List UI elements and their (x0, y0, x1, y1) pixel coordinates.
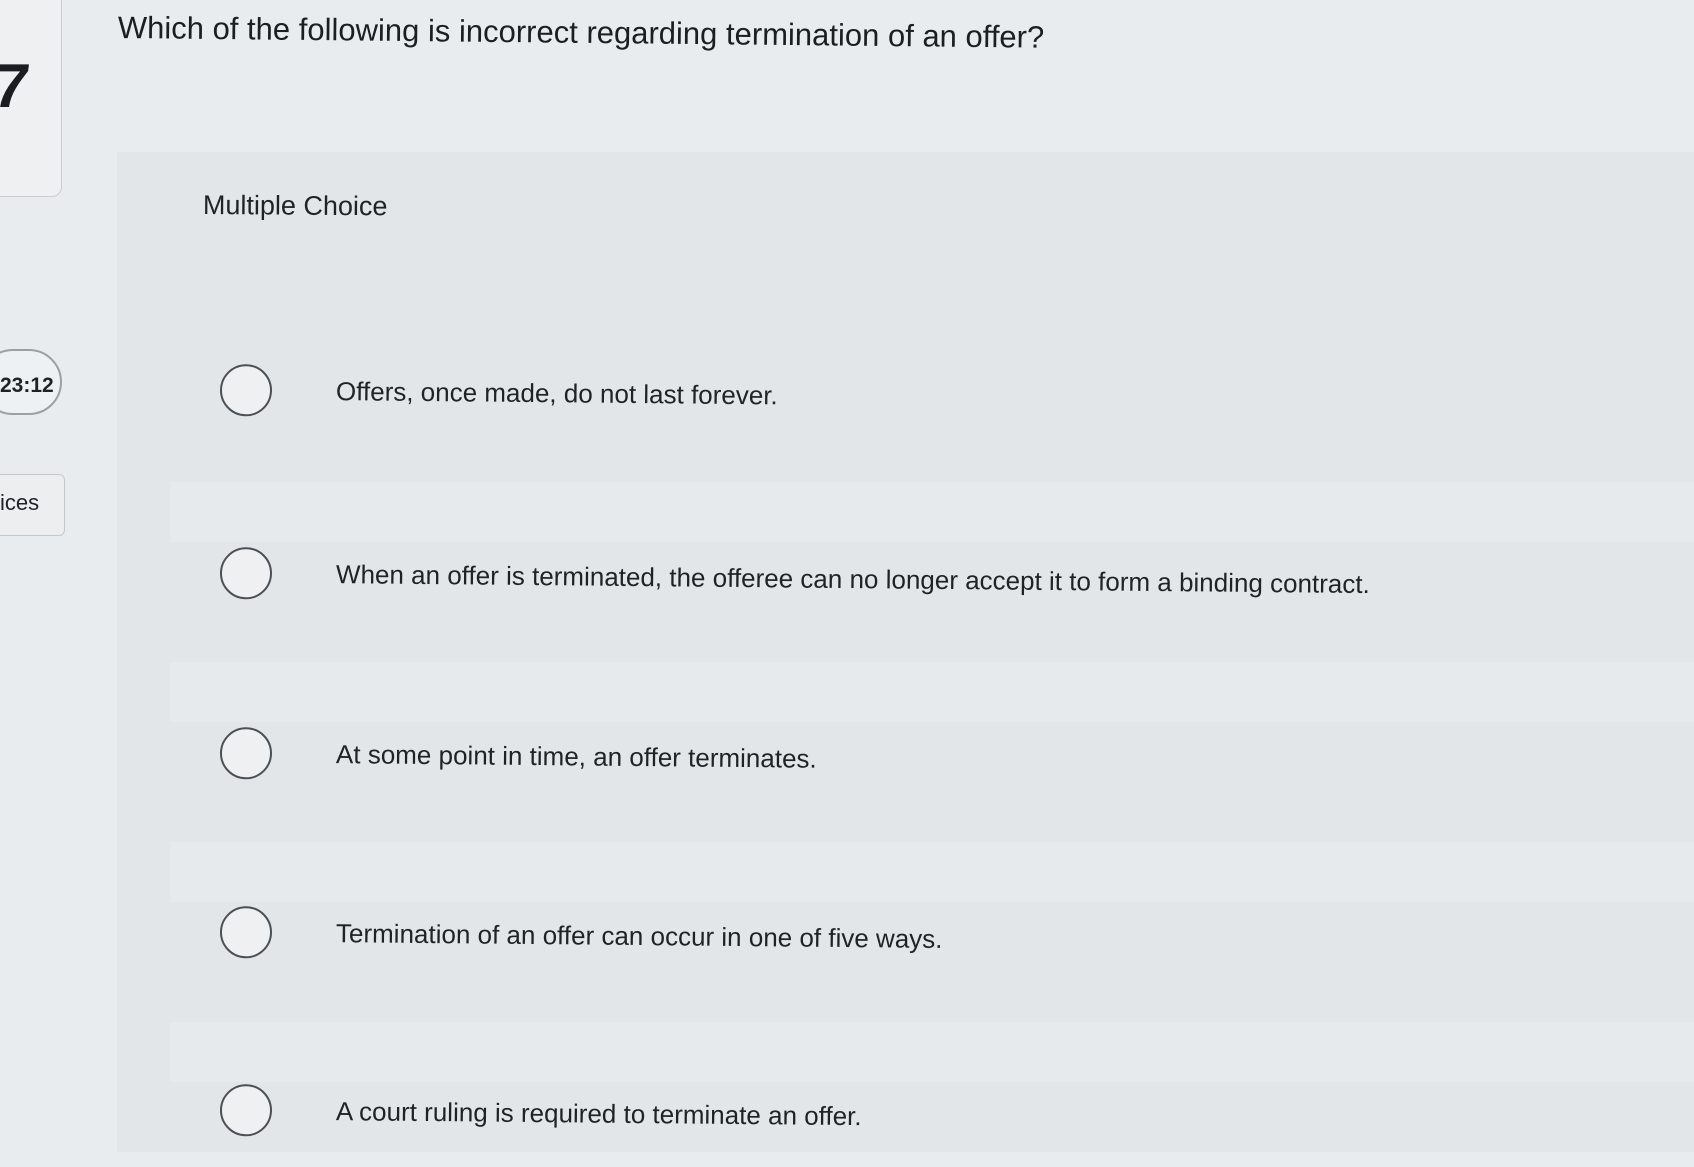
answer-choice[interactable]: Termination of an offer can occur in one… (219, 897, 1691, 981)
choice-divider (170, 842, 1694, 902)
choice-divider (170, 482, 1694, 542)
answer-panel (117, 152, 1694, 1152)
rail-tab-label: ices (0, 490, 40, 515)
answer-choice[interactable]: Offers, once made, do not last forever. (219, 355, 1691, 439)
question-type-label: Multiple Choice (202, 190, 388, 222)
answer-choice[interactable]: At some point in time, an offer terminat… (219, 718, 1691, 802)
answer-choice-text: A court ruling is required to terminate … (335, 1095, 862, 1131)
answer-choice-text: At some point in time, an offer terminat… (335, 738, 817, 774)
answer-choice-text: Termination of an offer can occur in one… (335, 917, 943, 954)
timer-text: 23:12 (0, 374, 54, 397)
answer-choice[interactable]: A court ruling is required to terminate … (219, 1075, 1691, 1159)
radio-button[interactable] (219, 906, 273, 959)
answer-choice-text: When an offer is terminated, the offeree… (335, 558, 1370, 599)
answer-choice[interactable]: When an offer is terminated, the offeree… (219, 538, 1691, 622)
radio-button[interactable] (219, 547, 273, 600)
answer-choice-text: Offers, once made, do not last forever. (335, 375, 778, 410)
radio-button[interactable] (219, 727, 273, 780)
radio-button[interactable] (219, 364, 273, 417)
choice-divider (170, 1022, 1694, 1082)
choice-divider (170, 662, 1694, 722)
radio-button[interactable] (219, 1084, 273, 1137)
question-prompt: Which of the following is incorrect rega… (117, 10, 1045, 55)
